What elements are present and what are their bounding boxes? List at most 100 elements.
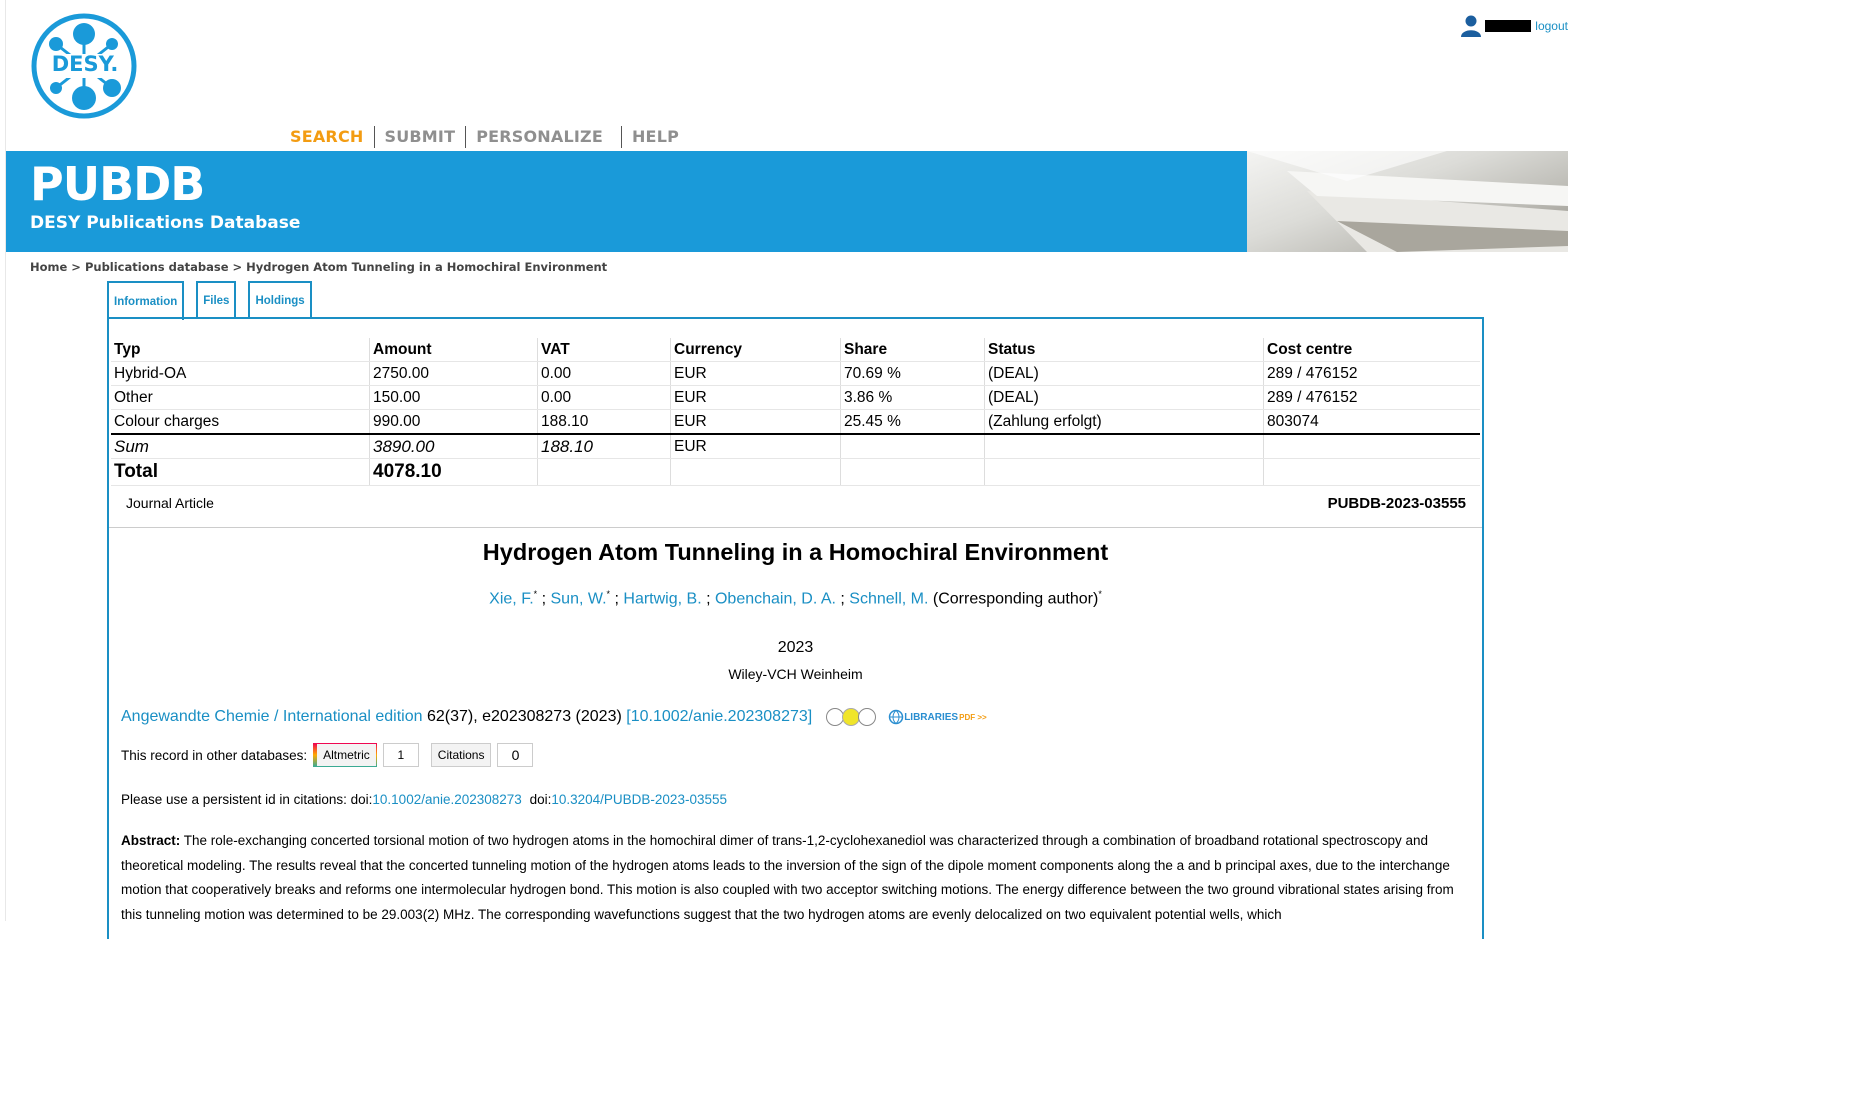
persistent-doi-link[interactable]: 10.3204/PUBDB-2023-03555	[551, 792, 727, 807]
citations-badge[interactable]: Citations	[430, 743, 492, 767]
cell	[537, 458, 671, 486]
libraries-suffix: PDF >>	[959, 712, 987, 722]
apc-cost-table: Typ Amount VAT Currency Share Status Cos…	[111, 338, 1480, 486]
altmetric-count[interactable]: 1	[382, 743, 419, 767]
logout-link[interactable]: logout	[1535, 19, 1568, 33]
total-label: Total	[111, 458, 370, 486]
cell: 0.00	[537, 385, 671, 410]
citation-details: 62(37), e202308273 (2023)	[422, 708, 627, 725]
cell: Hybrid-OA	[111, 361, 370, 386]
journal-citation: Angewandte Chemie / International editio…	[121, 708, 987, 726]
author-list: Xie, F.* ; Sun, W.* ; Hartwig, B. ; Oben…	[489, 589, 1102, 608]
cell	[984, 458, 1264, 486]
cell: 0.00	[537, 361, 671, 386]
tab-files[interactable]: Files	[196, 281, 237, 318]
sum-amount: 3890.00	[369, 433, 538, 459]
table-row: Colour charges 990.00 188.10 EUR 25.45 %…	[111, 409, 1480, 435]
persistent-id: Please use a persistent id in citations:…	[121, 792, 727, 807]
author-link[interactable]: Hartwig, B.	[623, 590, 701, 607]
cell: 70.69 %	[840, 361, 985, 386]
col-currency: Currency	[670, 338, 841, 362]
cell: 289 / 476152	[1263, 361, 1480, 386]
tab-holdings[interactable]: Holdings	[248, 281, 312, 318]
abstract-label: Abstract:	[121, 833, 181, 848]
persistent-doi-link[interactable]: 10.1002/anie.202308273	[372, 792, 521, 807]
cell	[840, 433, 985, 459]
record-panel: Typ Amount VAT Currency Share Status Cos…	[107, 317, 1484, 939]
table-header-row: Typ Amount VAT Currency Share Status Cos…	[111, 338, 1480, 362]
nav-help[interactable]: HELP	[620, 126, 689, 148]
circle-icon	[858, 708, 877, 726]
other-databases: This record in other databases: Altmetri…	[121, 743, 534, 767]
other-databases-label: This record in other databases:	[121, 747, 308, 763]
total-amount: 4078.10	[369, 458, 538, 486]
brand-title[interactable]: PUBDB	[30, 157, 205, 211]
brand-subtitle: DESY Publications Database	[30, 213, 301, 233]
record-id: PUBDB-2023-03555	[1327, 495, 1466, 512]
nav-submit[interactable]: SUBMIT	[373, 126, 466, 148]
cell: EUR	[670, 361, 841, 386]
col-typ: Typ	[111, 338, 370, 362]
author-link[interactable]: Schnell, M.	[849, 590, 928, 607]
document-type: Journal Article	[126, 495, 214, 511]
user-area: logout	[1459, 14, 1568, 38]
cell: 3.86 %	[840, 385, 985, 410]
cell: 2750.00	[369, 361, 538, 386]
nav-search[interactable]: SEARCH	[290, 126, 374, 148]
author-mark: *	[606, 589, 611, 599]
libraries-pdf-link[interactable]: LIBRARIES PDF >>	[888, 709, 987, 725]
corresponding-author-note: (Corresponding author)	[932, 590, 1099, 608]
author-link[interactable]: Xie, F.	[489, 590, 533, 607]
cell	[1263, 433, 1480, 459]
citations-count[interactable]: 0	[497, 743, 534, 767]
tab-information[interactable]: Information	[107, 281, 185, 320]
cell: EUR	[670, 385, 841, 410]
cell	[984, 433, 1264, 459]
open-access-traffic-light-icon[interactable]	[826, 708, 877, 726]
page-title: Hydrogen Atom Tunneling in a Homochiral …	[482, 539, 1109, 565]
persistent-label: Please use a persistent id in citations:…	[121, 792, 373, 807]
logo-text: DESY.	[51, 52, 119, 76]
cell	[670, 458, 841, 486]
publication-year: 2023	[777, 639, 814, 656]
header-banner: PUBDB DESY Publications Database	[6, 151, 1247, 252]
col-share: Share	[840, 338, 985, 362]
journal-link[interactable]: Angewandte Chemie / International editio…	[121, 708, 423, 726]
author-link[interactable]: Obenchain, D. A.	[715, 590, 836, 607]
table-row: Hybrid-OA 2750.00 0.00 EUR 70.69 % (DEAL…	[111, 361, 1480, 386]
cell: (DEAL)	[984, 361, 1264, 386]
nav-personalize[interactable]: PERSONALIZE	[465, 126, 613, 148]
username-redacted	[1485, 20, 1532, 32]
col-amount: Amount	[369, 338, 538, 362]
cell: 990.00	[369, 409, 538, 435]
record-tabs: Information Files Holdings	[107, 281, 324, 320]
desy-logo[interactable]: DESY.	[30, 12, 138, 120]
col-status: Status	[984, 338, 1264, 362]
cell: 803074	[1263, 409, 1480, 435]
col-cost-centre: Cost centre	[1263, 338, 1480, 362]
cell: EUR	[670, 409, 841, 435]
main-nav: SEARCH SUBMIT PERSONALIZE HELP	[290, 126, 689, 148]
cell: 289 / 476152	[1263, 385, 1480, 410]
user-icon[interactable]	[1459, 14, 1483, 38]
cell: (DEAL)	[984, 385, 1264, 410]
cell: 25.45 %	[840, 409, 985, 435]
author-mark: *	[1098, 589, 1102, 599]
sum-label: Sum	[111, 433, 370, 459]
altmetric-badge[interactable]: Altmetric	[313, 743, 377, 767]
cell: Colour charges	[111, 409, 370, 435]
breadcrumb[interactable]: Home > Publications database > Hydrogen …	[30, 260, 607, 274]
abstract-text: The role-exchanging concerted torsional …	[121, 833, 1454, 922]
divider	[109, 527, 1482, 528]
globe-icon	[888, 709, 904, 725]
sum-currency: EUR	[670, 433, 841, 459]
cell	[840, 458, 985, 486]
page-left-rule	[5, 0, 6, 921]
author-link[interactable]: Sun, W.	[551, 590, 607, 607]
banner-papers-image	[1247, 151, 1568, 252]
doi-link[interactable]: [10.1002/anie.202308273]	[626, 708, 812, 726]
sum-row: Sum 3890.00 188.10 EUR	[111, 433, 1480, 459]
libraries-label: LIBRARIES	[904, 711, 959, 723]
cell: Other	[111, 385, 370, 410]
cell: 150.00	[369, 385, 538, 410]
